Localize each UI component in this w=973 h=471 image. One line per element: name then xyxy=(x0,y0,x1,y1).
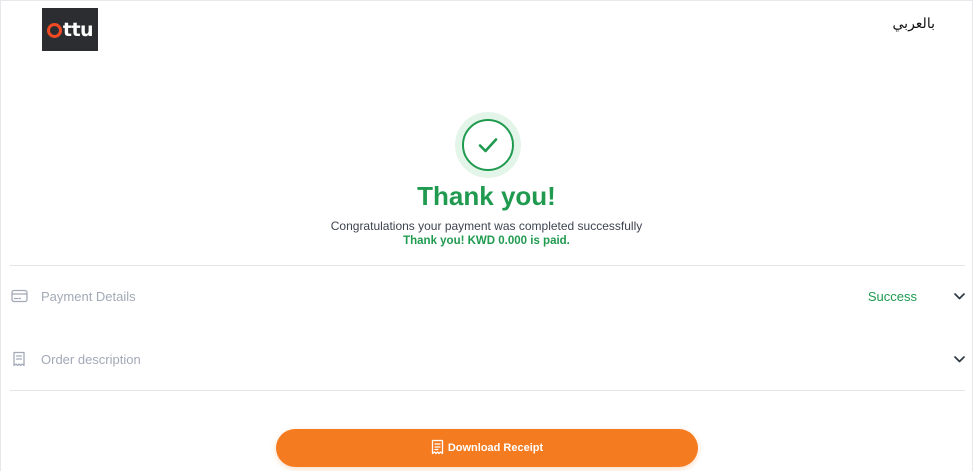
success-badge xyxy=(455,112,521,178)
paid-amount-text: Thank you! KWD 0.000 is paid. xyxy=(403,235,570,247)
divider-bottom xyxy=(10,390,965,391)
receipt-icon xyxy=(431,439,444,458)
chevron-down-icon[interactable] xyxy=(953,290,965,302)
header: ttu بالعربي xyxy=(0,0,973,60)
chevron-down-icon[interactable] xyxy=(953,353,965,365)
check-circle-icon xyxy=(462,119,514,171)
page-title: Thank you! xyxy=(417,181,556,211)
receipt-icon xyxy=(10,350,28,368)
download-receipt-label: Download Receipt xyxy=(447,442,544,454)
payment-status-badge: Success xyxy=(867,288,917,304)
divider-top xyxy=(10,265,965,266)
order-description-row[interactable]: Order description xyxy=(10,339,965,379)
order-description-label: Order description xyxy=(41,351,141,367)
language-toggle-link[interactable]: بالعربي xyxy=(893,16,935,32)
payment-details-label: Payment Details xyxy=(41,288,136,304)
payment-details-row[interactable]: Payment Details Success xyxy=(10,276,965,316)
logo-wordmark: ttu xyxy=(62,18,94,41)
success-message: Congratulations your payment was complet… xyxy=(330,219,643,233)
download-receipt-button[interactable]: Download Receipt xyxy=(276,429,698,467)
card-icon xyxy=(10,287,28,305)
logo-o-mark xyxy=(46,23,62,38)
logo-text: ttu xyxy=(46,18,94,41)
ottu-logo: ttu xyxy=(42,8,98,51)
check-icon xyxy=(478,138,498,153)
